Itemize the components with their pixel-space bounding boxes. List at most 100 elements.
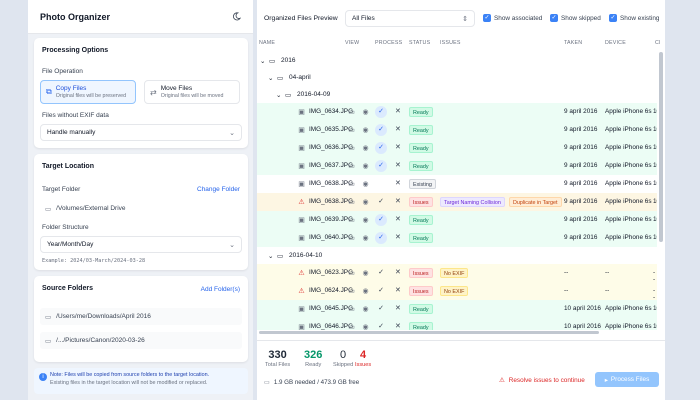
moon-icon[interactable] [232, 12, 241, 21]
sidebar: Photo Organizer Processing Options File … [28, 0, 253, 400]
eye-icon[interactable]: ◉ [361, 144, 370, 153]
skip-x-icon[interactable]: ✕ [395, 268, 401, 276]
table-row[interactable]: ▣ IMG_0639.JPG ▭ ◉ ✓ ✕ Ready 9 april 2016 Apple … [257, 211, 657, 229]
file-filter-select[interactable]: All Files ⇕ [345, 10, 475, 27]
tree-group-day[interactable]: ⌄ ▭ 2016-04-09 [257, 86, 657, 103]
status-badge: Issues [409, 268, 433, 278]
copy-files-option[interactable]: ⧉ Copy Files Original files will be pres… [40, 80, 136, 104]
chevron-down-icon: ⌄ [276, 92, 282, 99]
file-operation-label: File Operation [42, 68, 83, 75]
eye-icon[interactable]: ◉ [361, 216, 370, 225]
folder-open-icon[interactable]: ▭ [347, 216, 356, 225]
skip-x-icon[interactable]: ✕ [395, 304, 401, 312]
col-name[interactable]: NAME [259, 40, 275, 46]
eye-icon[interactable]: ◉ [361, 162, 370, 171]
warning-icon: ⚠ [298, 288, 305, 295]
device-name: Apple iPhone 6s [605, 126, 652, 133]
skip-x-icon[interactable]: ✕ [395, 161, 401, 169]
vertical-scrollbar[interactable] [659, 52, 663, 242]
table-row[interactable]: ▣ IMG_0638.JPG ▭ ◉ ✕ Existing 9 april 2016 Appl… [257, 175, 657, 193]
taken-date: 9 april 2016 [564, 108, 598, 115]
process-check-icon[interactable]: ✓ [375, 142, 387, 154]
exif-handling-select[interactable]: Handle manually ⌄ [40, 124, 242, 141]
process-check-icon[interactable]: ✓ [375, 267, 387, 279]
copy-note: i Note: Files will be copied from source… [34, 368, 248, 394]
eye-icon[interactable]: ◉ [361, 180, 370, 189]
folder-open-icon[interactable]: ▭ [347, 234, 356, 243]
image-icon: ▣ [298, 163, 305, 170]
folder-open-icon[interactable]: ▭ [347, 180, 356, 189]
table-row[interactable]: ▣ IMG_0635.JPG ▭ ◉ ✓ ✕ Ready 9 april 2016 Apple … [257, 121, 657, 139]
process-check-icon[interactable]: ✓ [375, 214, 387, 226]
col-process[interactable]: PROCESS [375, 40, 402, 46]
col-status[interactable]: STATUS [409, 40, 430, 46]
eye-icon[interactable]: ◉ [361, 323, 370, 330]
process-check-icon[interactable]: ✓ [375, 232, 387, 244]
table-row[interactable]: ⚠ IMG_0623.JPG ▭ ◉ ✓ ✕ Issues No EXIF -- -- -- [257, 264, 657, 283]
folder-open-icon[interactable]: ▭ [347, 144, 356, 153]
col-taken[interactable]: TAKEN [564, 40, 582, 46]
table-row[interactable]: ▣ IMG_0637.JPG ▭ ◉ ✓ ✕ Ready 9 april 2016 Apple … [257, 157, 657, 175]
process-check-icon[interactable]: ✓ [375, 106, 387, 118]
eye-icon[interactable]: ◉ [361, 234, 370, 243]
eye-icon[interactable]: ◉ [361, 305, 370, 314]
process-check-icon[interactable]: ✓ [375, 196, 387, 208]
device-name: Apple iPhone 6s [605, 144, 652, 151]
folder-open-icon[interactable]: ▭ [347, 305, 356, 314]
process-check-icon[interactable]: ✓ [375, 160, 387, 172]
show-associated-toggle[interactable]: ✓ Show associated [483, 14, 542, 22]
col-issues[interactable]: ISSUES [440, 40, 461, 46]
table-row[interactable]: ▣ IMG_0636.JPG ▭ ◉ ✓ ✕ Ready 9 april 2016 Apple … [257, 139, 657, 157]
skip-x-icon[interactable]: ✕ [395, 107, 401, 115]
eye-icon[interactable]: ◉ [361, 108, 370, 117]
skip-x-icon[interactable]: ✕ [395, 286, 401, 294]
process-files-button[interactable]: ▸ Process Files [595, 372, 659, 387]
table-row[interactable]: ▣ IMG_0634.JPG ▭ ◉ ✓ ✕ Ready 9 april 2016 Apple … [257, 103, 657, 121]
status-badge: Ready [409, 233, 433, 243]
process-check-icon[interactable]: ✓ [375, 303, 387, 315]
tree-group-year[interactable]: ⌄ ▭ 2016 [257, 52, 657, 69]
skip-x-icon[interactable]: ✕ [395, 179, 401, 187]
folder-open-icon[interactable]: ▭ [347, 198, 356, 207]
show-existing-toggle[interactable]: ✓ Show existing [609, 14, 659, 22]
add-folders-link[interactable]: Add Folder(s) [201, 286, 240, 293]
eye-icon[interactable]: ◉ [361, 287, 370, 296]
change-folder-link[interactable]: Change Folder [197, 186, 240, 193]
table-row[interactable]: ⚠ IMG_0638.JPG ▭ ◉ ✓ ✕ Issues Target Naming Col… [257, 193, 657, 211]
folder-open-icon[interactable]: ▭ [347, 323, 356, 330]
skip-x-icon[interactable]: ✕ [395, 233, 401, 241]
horizontal-scrollbar[interactable] [259, 331, 599, 334]
table-row[interactable]: ▣ IMG_0646.JPG ▭ ◉ ✓ ✕ Ready 10 april 2016 Apple… [257, 318, 657, 330]
table-row[interactable]: ⚠ IMG_0624.JPG ▭ ◉ ✓ ✕ Issues No EXIF -- -- -- [257, 282, 657, 301]
eye-icon[interactable]: ◉ [361, 126, 370, 135]
source-folder-item[interactable]: ▭ /.../Pictures/Canon/2020-03-26 [40, 332, 242, 349]
table-row[interactable]: ▣ IMG_0640.JPG ▭ ◉ ✓ ✕ Ready 9 april 2016 Apple … [257, 229, 657, 247]
eye-icon[interactable]: ◉ [361, 198, 370, 207]
col-device[interactable]: DEVICE [605, 40, 626, 46]
move-files-option[interactable]: ⇄ Move Files Original files will be move… [144, 80, 240, 104]
process-check-icon[interactable]: ✓ [375, 285, 387, 297]
process-check-icon[interactable]: ✓ [375, 124, 387, 136]
process-check-icon[interactable]: ✓ [375, 321, 387, 330]
taken-date: 9 april 2016 [564, 162, 598, 169]
folder-open-icon[interactable]: ▭ [347, 126, 356, 135]
eye-icon[interactable]: ◉ [361, 269, 370, 278]
folder-structure-select[interactable]: Year/Month/Day ⌄ [40, 236, 242, 253]
col-view[interactable]: VIEW [345, 40, 359, 46]
source-folder-item[interactable]: ▭ /Users/me/Downloads/April 2016 [40, 308, 242, 325]
skip-x-icon[interactable]: ✕ [395, 143, 401, 151]
col-extra[interactable]: CI [655, 40, 661, 46]
skip-x-icon[interactable]: ✕ [395, 197, 401, 205]
folder-open-icon[interactable]: ▭ [347, 269, 356, 278]
folder-open-icon[interactable]: ▭ [347, 287, 356, 296]
show-skipped-toggle[interactable]: ✓ Show skipped [550, 14, 601, 22]
folder-open-icon[interactable]: ▭ [347, 162, 356, 171]
skip-x-icon[interactable]: ✕ [395, 215, 401, 223]
folder-open-icon[interactable]: ▭ [347, 108, 356, 117]
skip-x-icon[interactable]: ✕ [395, 125, 401, 133]
device-name: Apple iPhone 6s [605, 305, 652, 312]
tree-group-day[interactable]: ⌄ ▭ 2016-04-10 [257, 247, 657, 264]
skip-x-icon[interactable]: ✕ [395, 322, 401, 330]
tree-group-month[interactable]: ⌄ ▭ 04-april [257, 69, 657, 86]
table-row[interactable]: ▣ IMG_0645.JPG ▭ ◉ ✓ ✕ Ready 10 april 2016 Apple… [257, 300, 657, 318]
